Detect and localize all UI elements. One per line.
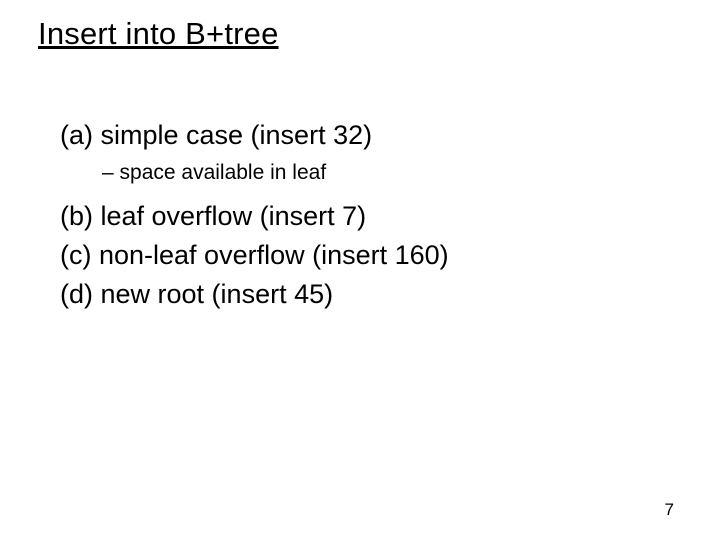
item-c: (c) non-leaf overflow (insert 160) <box>60 238 660 273</box>
item-a: (a) simple case (insert 32) <box>60 118 660 153</box>
item-a-sub: – space available in leaf <box>102 161 660 185</box>
slide-body: (a) simple case (insert 32) – space avai… <box>60 118 660 316</box>
item-b: (b) leaf overflow (insert 7) <box>60 199 660 234</box>
slide-title: Insert into B+tree <box>38 16 279 52</box>
page-number: 7 <box>665 500 674 520</box>
item-d: (d) new root (insert 45) <box>60 277 660 312</box>
slide: Insert into B+tree (a) simple case (inse… <box>0 0 720 540</box>
